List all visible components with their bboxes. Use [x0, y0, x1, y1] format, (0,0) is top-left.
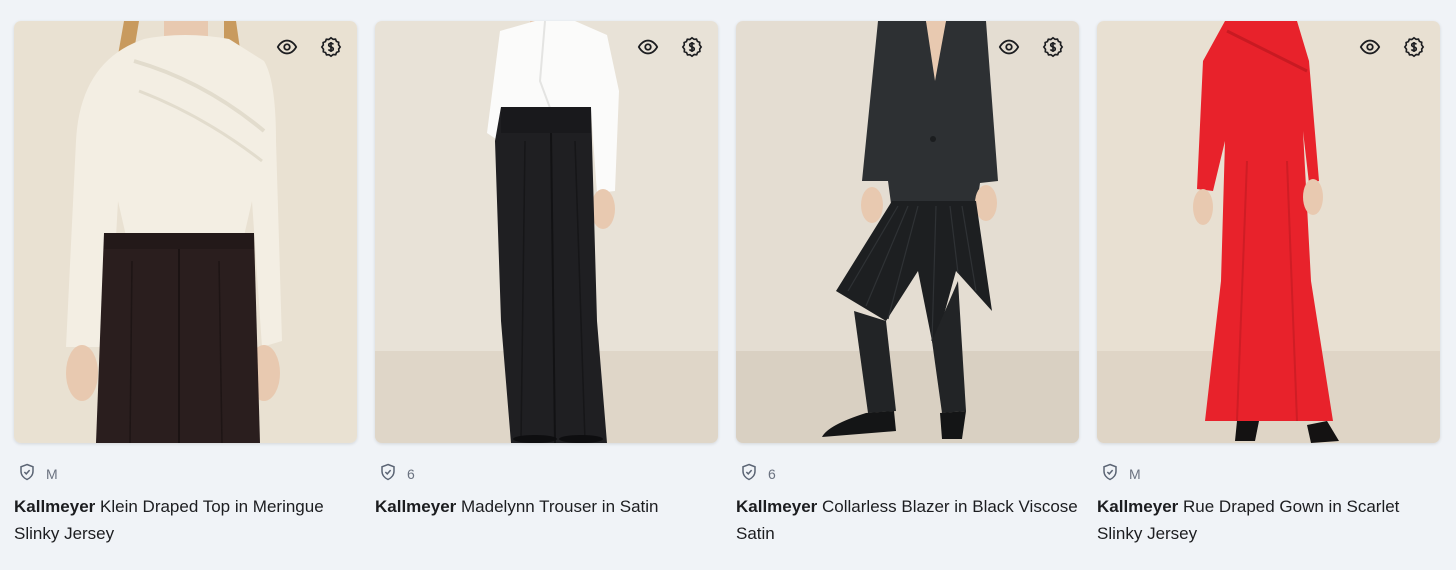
size-row: 6	[375, 463, 718, 485]
product-title[interactable]: Kallmeyer Rue Draped Gown in Scarlet Sli…	[1097, 493, 1440, 547]
brand-name: Kallmeyer	[14, 497, 96, 516]
product-photo-red-gown	[1097, 21, 1440, 443]
size-label: 6	[768, 466, 776, 482]
shield-check-icon	[18, 462, 36, 486]
size-label: 6	[407, 466, 415, 482]
dollar-badge-icon[interactable]	[319, 35, 343, 59]
product-photo-wide-trousers	[375, 21, 718, 443]
product-photo-black-blazer	[736, 21, 1079, 443]
product-photo-ivory-top	[14, 21, 357, 443]
size-label: M	[1129, 466, 1141, 482]
product-card[interactable]: M Kallmeyer Klein Draped Top in Meringue…	[14, 21, 357, 547]
product-image[interactable]	[736, 21, 1079, 443]
brand-name: Kallmeyer	[736, 497, 818, 516]
product-card[interactable]: 6 Kallmeyer Madelynn Trouser in Satin	[375, 21, 718, 547]
brand-name: Kallmeyer	[375, 497, 457, 516]
dollar-badge-icon[interactable]	[1402, 35, 1426, 59]
shield-check-icon	[740, 462, 758, 486]
shield-check-icon	[379, 462, 397, 486]
eye-icon[interactable]	[275, 35, 299, 59]
size-row: M	[1097, 463, 1440, 485]
product-card[interactable]: M Kallmeyer Rue Draped Gown in Scarlet S…	[1097, 21, 1440, 547]
size-row: 6	[736, 463, 1079, 485]
shield-check-icon	[1101, 462, 1119, 486]
product-title[interactable]: Kallmeyer Collarless Blazer in Black Vis…	[736, 493, 1079, 547]
product-card[interactable]: 6 Kallmeyer Collarless Blazer in Black V…	[736, 21, 1079, 547]
eye-icon[interactable]	[1358, 35, 1382, 59]
brand-name: Kallmeyer	[1097, 497, 1179, 516]
product-image[interactable]	[375, 21, 718, 443]
product-title[interactable]: Kallmeyer Madelynn Trouser in Satin	[375, 493, 718, 520]
product-grid: M Kallmeyer Klein Draped Top in Meringue…	[14, 21, 1440, 547]
dollar-badge-icon[interactable]	[1041, 35, 1065, 59]
product-name: Madelynn Trouser in Satin	[461, 497, 659, 516]
product-image[interactable]	[14, 21, 357, 443]
dollar-badge-icon[interactable]	[680, 35, 704, 59]
eye-icon[interactable]	[997, 35, 1021, 59]
product-title[interactable]: Kallmeyer Klein Draped Top in Meringue S…	[14, 493, 357, 547]
product-image[interactable]	[1097, 21, 1440, 443]
eye-icon[interactable]	[636, 35, 660, 59]
size-label: M	[46, 466, 58, 482]
size-row: M	[14, 463, 357, 485]
